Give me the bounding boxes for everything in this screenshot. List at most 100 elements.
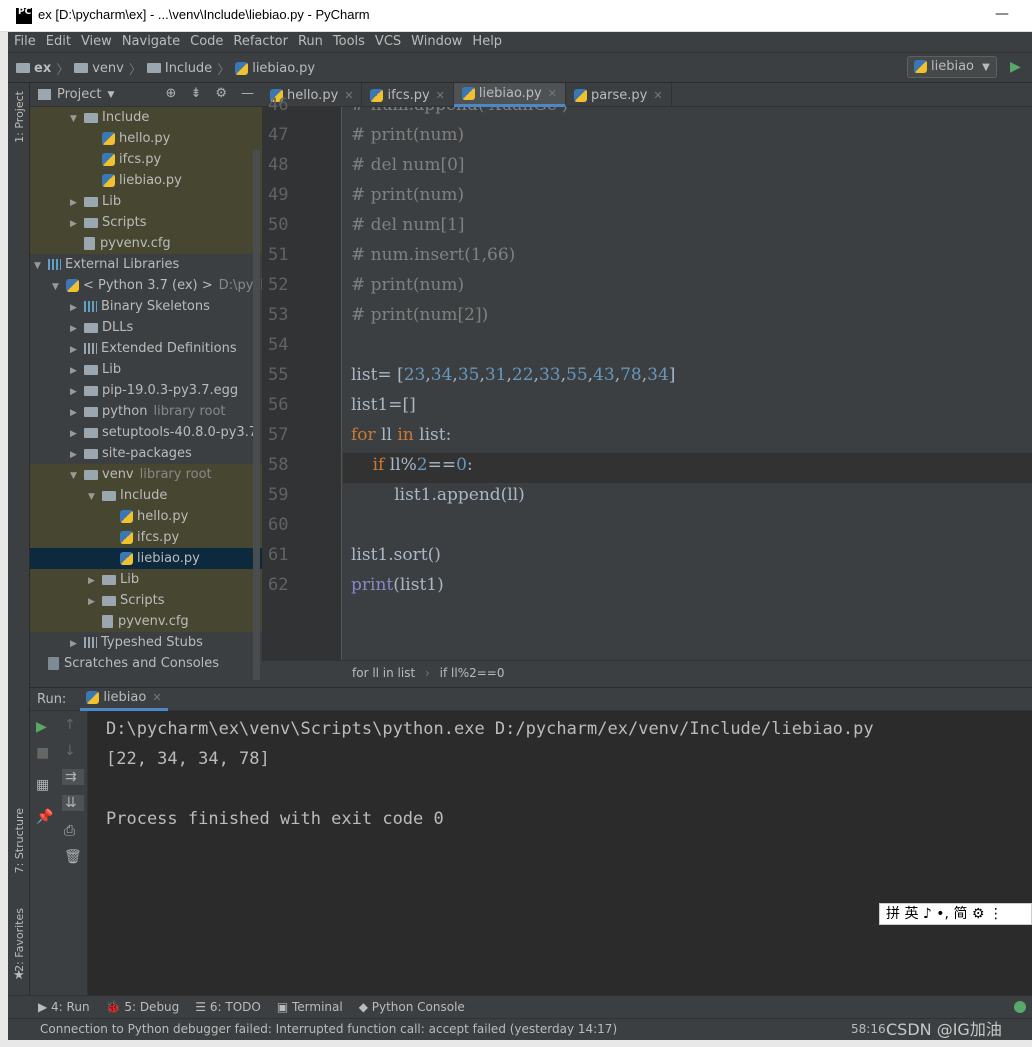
menu-item-run[interactable]: Run: [298, 34, 329, 49]
editor-crumb-for[interactable]: for ll in list: [352, 666, 415, 680]
chevron-right-icon[interactable]: ▶: [70, 340, 84, 359]
chevron-down-icon[interactable]: ▼: [70, 109, 84, 128]
menu-item-refactor[interactable]: Refactor: [233, 34, 294, 49]
trash-icon[interactable]: 🗑: [64, 849, 82, 865]
editor-crumb-if[interactable]: if ll%2==0: [440, 666, 505, 680]
tab-python-console[interactable]: ◆ Python Console: [359, 1000, 465, 1014]
close-icon[interactable]: ✕: [436, 84, 445, 107]
chevron-right-icon[interactable]: ▶: [70, 634, 84, 653]
down-arrow-icon[interactable]: ↓: [64, 743, 76, 759]
tree-item[interactable]: ▼ Include: [30, 485, 262, 506]
editor-tab[interactable]: liebiao.py ✕: [453, 82, 566, 107]
project-panel-title[interactable]: Project: [57, 87, 101, 102]
scroll-to-end-icon[interactable]: ⇊: [62, 795, 84, 811]
soft-wrap-icon[interactable]: ⇉: [62, 769, 84, 785]
tree-item[interactable]: ▶ Scripts: [30, 590, 262, 611]
tree-item[interactable]: hello.py: [30, 128, 262, 149]
breadcrumb-item[interactable]: Include: [146, 61, 212, 76]
menu-item-vcs[interactable]: VCS: [375, 34, 407, 49]
tool-tab-project[interactable]: 1: Project: [13, 91, 26, 143]
code-editor[interactable]: # num.append('XuanGe') # print(num) # del …: [343, 107, 1032, 660]
tab-terminal[interactable]: ▣ Terminal: [277, 1000, 343, 1014]
chevron-down-icon[interactable]: ▼: [34, 256, 48, 275]
collapse-all-icon[interactable]: ⇟: [190, 86, 201, 101]
tree-item[interactable]: ▼< Python 3.7 (ex) >D:\pychar: [30, 275, 262, 296]
menu-item-view[interactable]: View: [81, 34, 118, 49]
chevron-right-icon[interactable]: ▶: [70, 382, 84, 401]
project-scrollbar[interactable]: [253, 150, 260, 680]
chevron-down-icon[interactable]: ▼: [107, 90, 114, 100]
run-console[interactable]: D:\pycharm\ex\venv\Scripts\python.exe D:…: [88, 711, 1032, 995]
tool-tab-structure[interactable]: 7: Structure: [13, 808, 26, 873]
breadcrumb-item[interactable]: ex: [16, 61, 51, 76]
tree-item[interactable]: ▶ Typeshed Stubs: [30, 632, 262, 653]
tree-item[interactable]: liebiao.py: [30, 548, 262, 569]
chevron-right-icon[interactable]: ▶: [70, 193, 84, 212]
tree-item[interactable]: ▶ Lib: [30, 191, 262, 212]
tree-item[interactable]: ▶ Extended Definitions: [30, 338, 262, 359]
close-icon[interactable]: ✕: [548, 82, 557, 105]
chevron-right-icon[interactable]: ▶: [70, 214, 84, 233]
chevron-right-icon[interactable]: ▶: [70, 445, 84, 464]
tree-item[interactable]: ifcs.py: [30, 527, 262, 548]
menu-item-window[interactable]: Window: [411, 34, 468, 49]
status-message[interactable]: Connection to Python debugger failed: In…: [40, 1022, 617, 1036]
menu-item-help[interactable]: Help: [472, 34, 508, 49]
tree-item[interactable]: pyvenv.cfg: [30, 233, 262, 254]
chevron-right-icon[interactable]: ▶: [70, 298, 84, 317]
editor-tab[interactable]: ifcs.py ✕: [362, 83, 454, 107]
tree-item[interactable]: ▼ External Libraries: [30, 254, 262, 275]
chevron-right-icon[interactable]: ▶: [70, 424, 84, 443]
editor-tab[interactable]: parse.py ✕: [566, 83, 672, 107]
tab-run[interactable]: ▶ 4: Run: [38, 1000, 90, 1014]
print-icon[interactable]: ⎙: [64, 823, 75, 839]
tree-item[interactable]: ▼ venv library root: [30, 464, 262, 485]
chevron-down-icon[interactable]: ▼: [52, 277, 66, 296]
tree-item[interactable]: ▶ setuptools-40.8.0-py3.7.egg: [30, 422, 262, 443]
chevron-right-icon[interactable]: ▶: [88, 592, 102, 611]
tree-item[interactable]: ▶ Binary Skeletons: [30, 296, 262, 317]
chevron-down-icon[interactable]: ▼: [88, 487, 102, 506]
ime-toolbar[interactable]: 拼 英 ♪ •, 简 ⚙ ⋮: [879, 903, 1032, 925]
tool-tab-favorites[interactable]: 2: Favorites: [13, 908, 26, 972]
tree-item[interactable]: hello.py: [30, 506, 262, 527]
menu-item-code[interactable]: Code: [190, 34, 229, 49]
up-arrow-icon[interactable]: ↑: [64, 717, 76, 733]
event-log-icon[interactable]: [1014, 1001, 1026, 1013]
tree-item[interactable]: ▼ Include: [30, 107, 262, 128]
tab-todo[interactable]: ☰ 6: TODO: [195, 1000, 261, 1014]
run-config-dropdown[interactable]: liebiao ▼: [907, 56, 997, 78]
pin-icon[interactable]: 📌: [36, 809, 53, 825]
breadcrumb-item[interactable]: liebiao.py: [235, 61, 315, 76]
tree-item[interactable]: ▶ Lib: [30, 569, 262, 590]
tree-item[interactable]: ▶ pip-19.0.3-py3.7.egg: [30, 380, 262, 401]
tree-item[interactable]: ifcs.py: [30, 149, 262, 170]
chevron-right-icon[interactable]: ▶: [88, 571, 102, 590]
run-tab[interactable]: liebiao ✕: [80, 687, 168, 711]
caret-position[interactable]: 58:16: [851, 1022, 886, 1036]
tree-item[interactable]: pyvenv.cfg: [30, 611, 262, 632]
run-icon[interactable]: ▶: [1010, 59, 1021, 75]
close-icon[interactable]: ✕: [344, 84, 353, 107]
tree-item[interactable]: ▶ Lib: [30, 359, 262, 380]
layout-icon[interactable]: ▦: [36, 777, 49, 793]
chevron-right-icon[interactable]: ▶: [70, 361, 84, 380]
menu-item-tools[interactable]: Tools: [333, 34, 371, 49]
hide-icon[interactable]: —: [241, 86, 254, 101]
menu-item-file[interactable]: File: [14, 34, 42, 49]
chevron-right-icon[interactable]: ▶: [70, 403, 84, 422]
tree-item[interactable]: Scratches and Consoles: [30, 653, 262, 674]
gear-icon[interactable]: ⚙: [215, 86, 227, 101]
locate-icon[interactable]: ⊕: [166, 86, 177, 101]
menu-item-edit[interactable]: Edit: [46, 34, 77, 49]
close-icon[interactable]: ✕: [152, 691, 161, 704]
rerun-icon[interactable]: ▶: [36, 719, 47, 735]
stop-icon[interactable]: ■: [36, 745, 49, 761]
menu-item-navigate[interactable]: Navigate: [122, 34, 186, 49]
tab-debug[interactable]: 🐞 5: Debug: [106, 1000, 180, 1014]
breadcrumb-item[interactable]: venv: [74, 61, 124, 76]
chevron-right-icon[interactable]: ▶: [70, 319, 84, 338]
close-icon[interactable]: ✕: [653, 84, 662, 107]
tree-item[interactable]: ▶ site-packages: [30, 443, 262, 464]
tree-item[interactable]: ▶ python library root: [30, 401, 262, 422]
